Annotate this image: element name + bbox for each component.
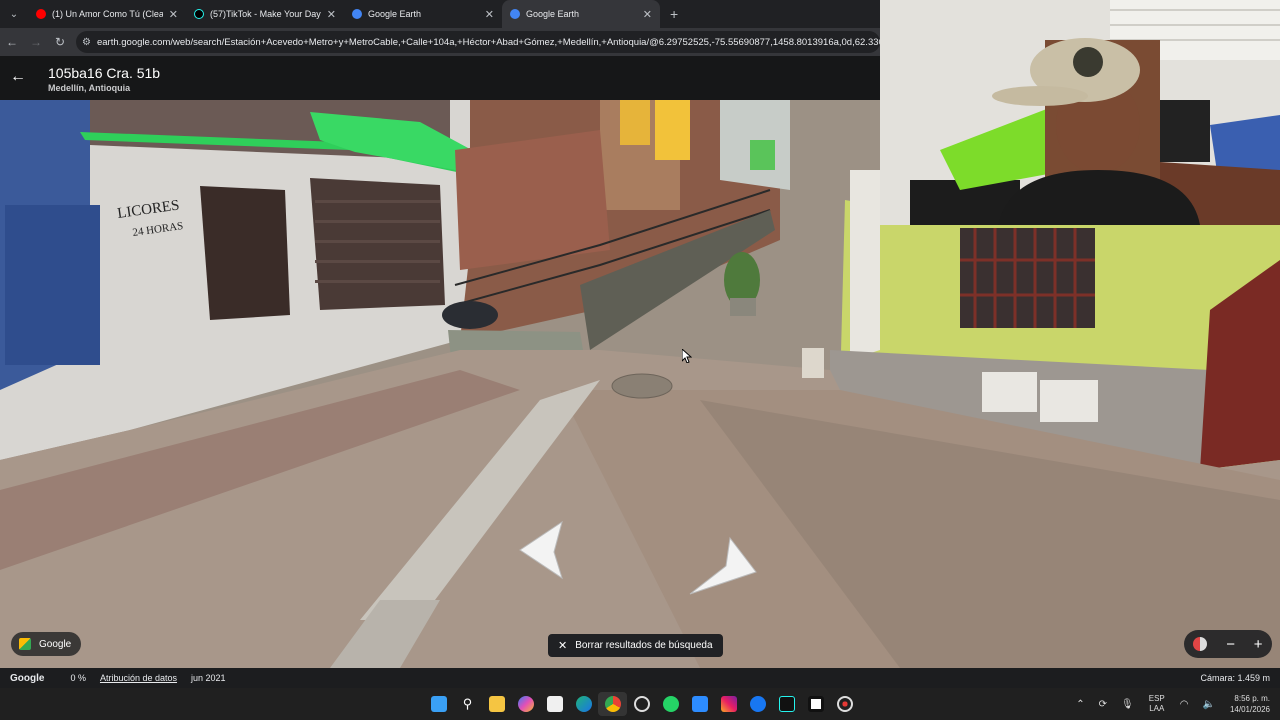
close-tab-icon[interactable]: ✕ [169, 8, 178, 21]
back-arrow-icon[interactable]: ← [10, 68, 26, 86]
back-arrow-icon[interactable]: ← [0, 28, 24, 56]
tab-title: (57)TikTok - Make Your Day [210, 9, 321, 19]
zoom-out-icon[interactable]: − [1226, 636, 1235, 653]
clock-time: 8:56 p. m. [1234, 694, 1270, 703]
chatgpt-icon[interactable] [627, 692, 656, 716]
close-tab-icon[interactable]: ✕ [643, 8, 652, 21]
windows-taskbar: ⚲ ⌃ ⟳ 🎙 ESP LAA ◠ 🔈 8:56 p. m. 14/01/202… [0, 688, 1280, 720]
tab-google-earth-active[interactable]: Google Earth ✕ [502, 0, 660, 28]
facebook-icon[interactable] [743, 692, 772, 716]
sync-icon[interactable]: ⟳ [1099, 699, 1107, 710]
zoom-in-icon[interactable]: + [1254, 636, 1263, 653]
tab-search-icon[interactable]: ⌄ [0, 0, 28, 28]
google-maps-icon [19, 638, 31, 650]
tab-title: Google Earth [368, 9, 422, 19]
clear-search-label: Borrar resultados de búsqueda [575, 640, 713, 651]
url-text: earth.google.com/web/search/Estación+Ace… [96, 36, 880, 48]
reload-icon[interactable]: ↻ [48, 28, 72, 56]
browser-toolbar: ← → ↻ ⚙ earth.google.com/web/search/Esta… [0, 28, 880, 56]
move-left-arrow[interactable] [512, 520, 572, 580]
data-attribution-link[interactable]: Atribución de datos [100, 673, 177, 683]
tab-youtube[interactable]: (1) Un Amor Como Tú (Clean V ✕ [28, 0, 186, 28]
system-tray: ⌃ ⟳ 🎙 ESP LAA ◠ 🔈 8:56 p. m. 14/01/2026 [1069, 692, 1270, 716]
keyboard-layout: LAA [1149, 704, 1165, 713]
imagery-date: jun 2021 [191, 673, 226, 683]
zoom-controls: − + [1184, 630, 1272, 658]
close-tab-icon[interactable]: ✕ [327, 8, 336, 21]
forward-arrow-icon[interactable]: → [24, 28, 48, 56]
edge-icon[interactable] [569, 692, 598, 716]
clock-date: 14/01/2026 [1229, 705, 1270, 714]
site-settings-icon[interactable]: ⚙ [82, 37, 91, 48]
close-tab-icon[interactable]: ✕ [485, 8, 494, 21]
wifi-icon[interactable]: ◠ [1180, 699, 1189, 710]
webcam-overlay [880, 0, 1280, 225]
google-map-type-chip[interactable]: Google [11, 632, 82, 656]
close-icon: ✕ [558, 640, 568, 652]
compass-icon[interactable] [1193, 637, 1208, 651]
instagram-icon[interactable] [714, 692, 743, 716]
google-earth-icon [510, 9, 520, 19]
youtube-icon [36, 9, 46, 19]
loading-percent: 0 % [70, 673, 86, 683]
place-title: 105ba16 Cra. 51b [48, 65, 161, 81]
input-language[interactable]: ESP LAA [1149, 694, 1165, 714]
chevron-up-icon[interactable]: ⌃ [1076, 699, 1084, 710]
zoom-icon[interactable] [685, 692, 714, 716]
whatsapp-icon[interactable] [656, 692, 685, 716]
tab-title: (1) Un Amor Como Tú (Clean V [52, 9, 163, 19]
browser-tab-strip: ⌄ (1) Un Amor Como Tú (Clean V ✕ (57)Tik… [0, 0, 880, 28]
place-subtitle: Medellín, Antioquia [48, 83, 131, 93]
windows-start-icon[interactable] [424, 692, 453, 716]
clear-search-results-button[interactable]: ✕ Borrar resultados de búsqueda [548, 634, 723, 657]
google-earth-icon [352, 9, 362, 19]
tiktok-icon [194, 9, 204, 19]
recorder-icon[interactable] [830, 692, 859, 716]
tab-title: Google Earth [526, 9, 580, 19]
google-logo: Google [10, 672, 45, 684]
clock[interactable]: 8:56 p. m. 14/01/2026 [1230, 693, 1270, 715]
language-code: ESP [1148, 694, 1165, 703]
search-icon[interactable]: ⚲ [453, 692, 482, 716]
microphone-icon[interactable]: 🎙 [1121, 699, 1134, 710]
earth-status-bar: Google 0 % Atribución de datos jun 2021 … [0, 668, 1280, 688]
screen: ⌄ (1) Un Amor Como Tú (Clean V ✕ (57)Tik… [0, 0, 1280, 720]
copilot-icon[interactable] [511, 692, 540, 716]
file-explorer-icon[interactable] [482, 692, 511, 716]
chip-label: Google [39, 638, 72, 650]
store-icon[interactable] [540, 692, 569, 716]
camera-altitude: Cámara: 1.459 m [1200, 673, 1270, 683]
address-bar[interactable]: ⚙ earth.google.com/web/search/Estación+A… [76, 31, 880, 53]
street-view-header: ← 105ba16 Cra. 51b Medellín, Antioquia [0, 56, 880, 100]
capcut-icon[interactable] [801, 692, 830, 716]
tiktok-icon[interactable] [772, 692, 801, 716]
move-right-arrow[interactable] [686, 536, 760, 600]
volume-icon[interactable]: 🔈 [1203, 699, 1215, 710]
tab-google-earth[interactable]: Google Earth ✕ [344, 0, 502, 28]
new-tab-plus-icon[interactable]: + [670, 6, 678, 22]
tab-tiktok[interactable]: (57)TikTok - Make Your Day ✕ [186, 0, 344, 28]
webcam-video-feed [880, 0, 1280, 225]
chrome-icon[interactable] [598, 692, 627, 716]
mouse-cursor-icon [682, 349, 692, 363]
